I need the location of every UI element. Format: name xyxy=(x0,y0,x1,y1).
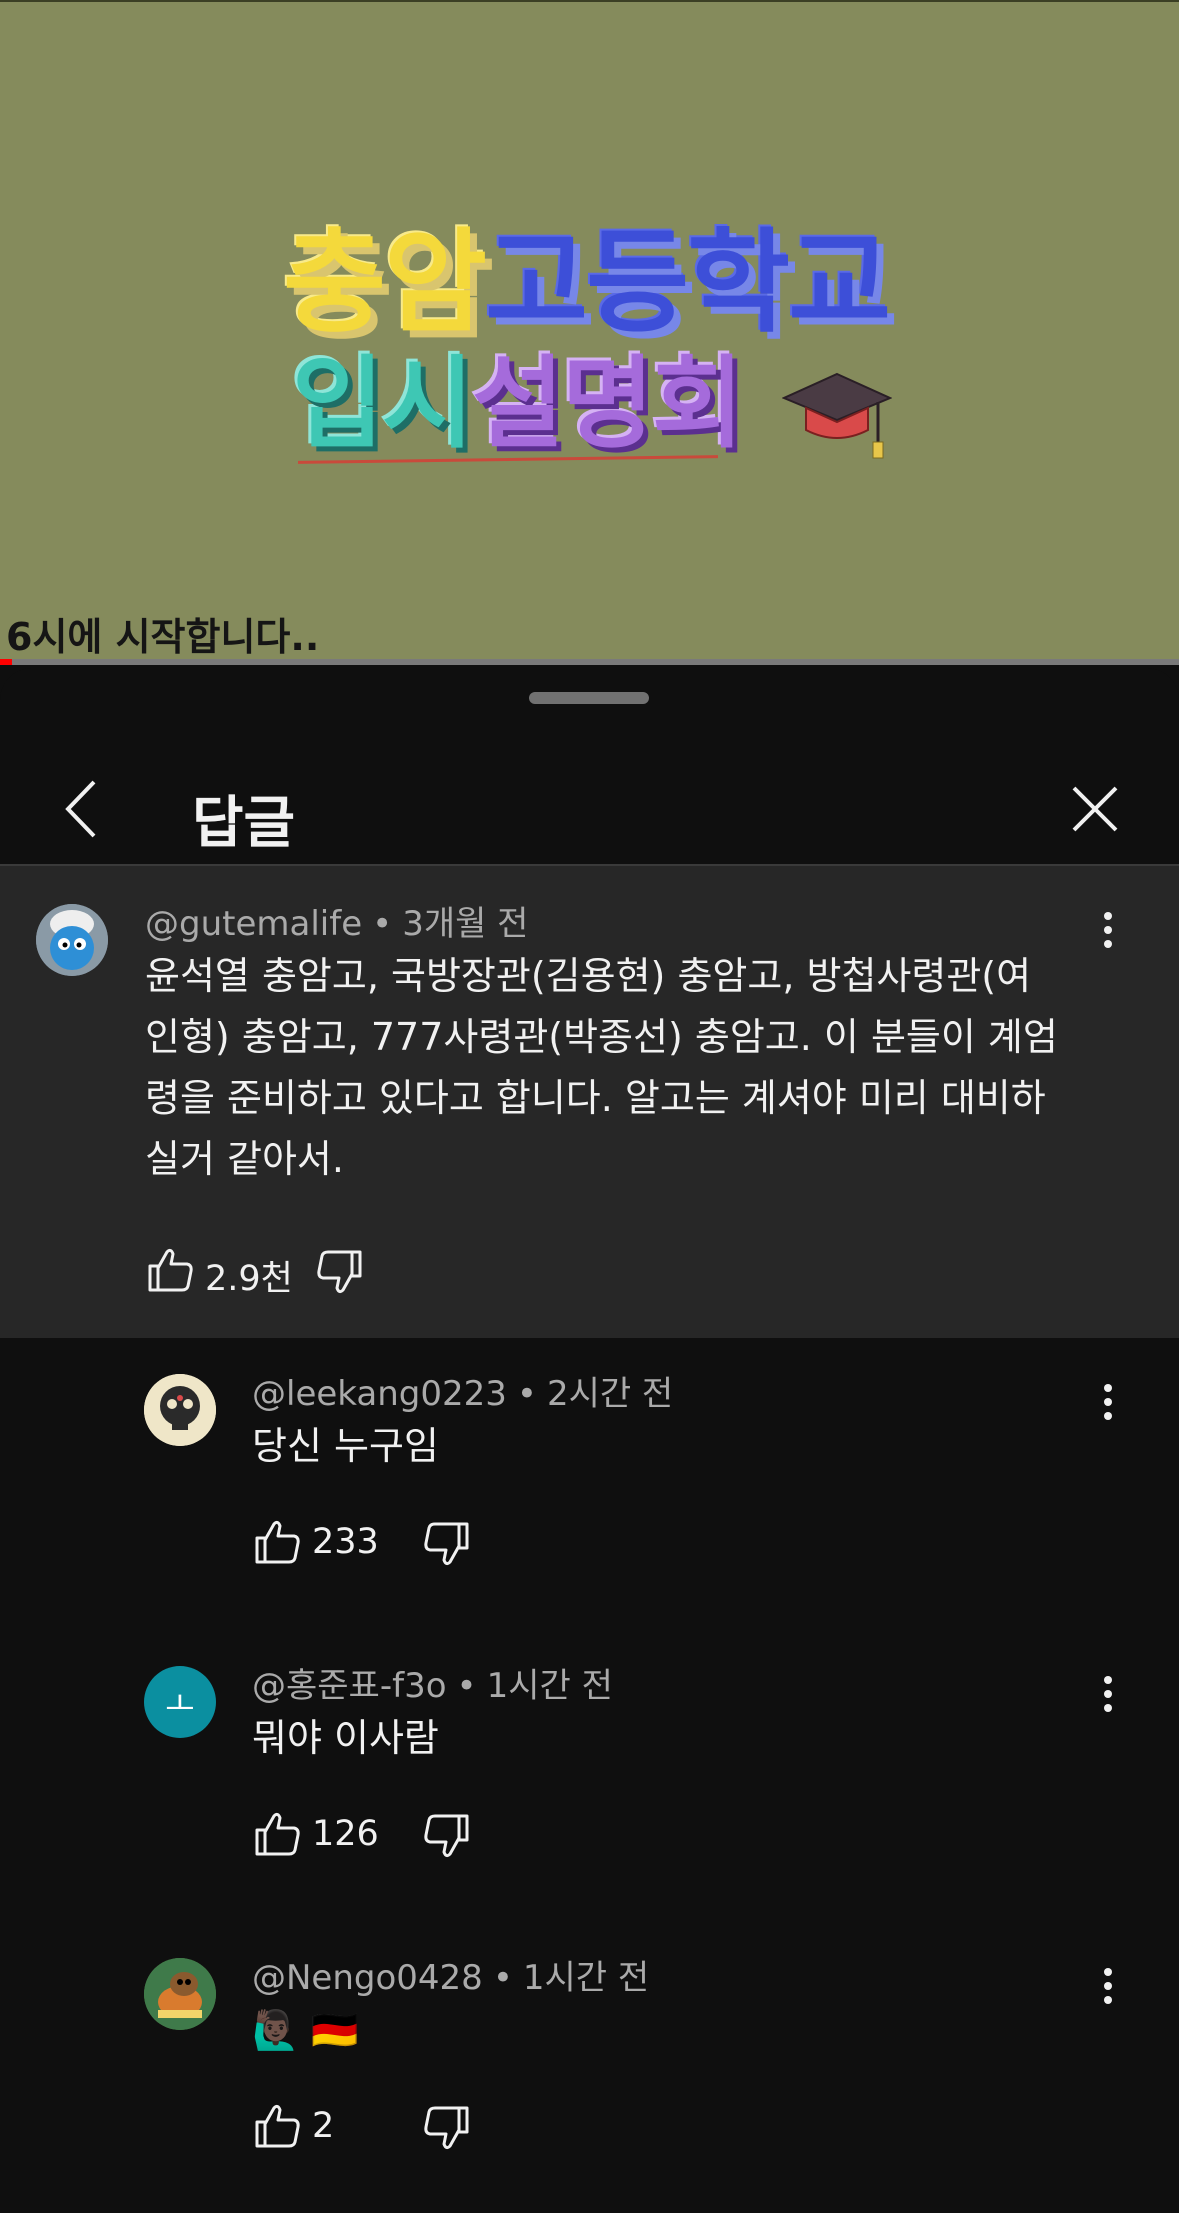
parent-comment: @gutemalife • 3개월 전 윤석열 충암고, 국방장관(김용현) 충암고… xyxy=(0,866,1179,1338)
avatar-letter: ㅗ xyxy=(165,1685,195,1723)
meta-separator: • xyxy=(372,904,393,944)
comment-line: 인형) 충암고, 777사령관(박종선) 충암고. 이 분들이 계엄 xyxy=(145,1015,1058,1059)
reply-actions: 2 xyxy=(252,2100,552,2160)
close-icon[interactable] xyxy=(1060,774,1130,844)
like-count: 233 xyxy=(312,1522,379,1562)
more-options-icon[interactable] xyxy=(1088,1378,1128,1438)
cockroach-avatar-icon xyxy=(144,1958,216,2030)
comment-body: 윤석열 충암고, 국방장관(김용현) 충암고, 방첩사령관(여 인형) 충암고,… xyxy=(145,946,1105,1190)
comment-line: 실거 같아서. xyxy=(145,1137,344,1181)
reply-item: @Nengo0428 • 1시간 전 🙋🏿‍♂️ 🇩🇪 2 xyxy=(0,1958,1179,2208)
video-player[interactable]: 충암고등학교 입시설명회 6시에 시작합니다.. xyxy=(0,0,1179,665)
video-title-line-2: 입시설명회 xyxy=(292,354,744,454)
meta-separator: • xyxy=(516,1374,537,1414)
meta-separator: • xyxy=(456,1666,477,1706)
avatar[interactable]: ㅗ xyxy=(144,1666,216,1738)
progress-fill xyxy=(0,659,12,665)
title-part-1: 충암 xyxy=(283,218,487,348)
like-count: 126 xyxy=(312,1814,379,1854)
reply-meta: @leekang0223 • 2시간 전 xyxy=(252,1366,673,1415)
dislike-icon[interactable] xyxy=(422,1520,472,1570)
comment-line: 윤석열 충암고, 국방장관(김용현) 충암고, 방첩사령관(여 xyxy=(145,954,1032,998)
reply-item: @leekang0223 • 2시간 전 당신 누구임 233 xyxy=(0,1374,1179,1664)
reply-meta: @Nengo0428 • 1시간 전 xyxy=(252,1950,649,1999)
reply-actions: 126 xyxy=(252,1808,552,1868)
like-icon[interactable] xyxy=(252,1808,302,1858)
panel-title: 답글 xyxy=(192,791,296,856)
like-count: 2 xyxy=(312,2106,335,2146)
reply-text: 뭐야 이사람 xyxy=(252,1716,439,1760)
like-icon[interactable] xyxy=(145,1244,195,1294)
comment-time: 3개월 전 xyxy=(402,904,529,944)
more-options-icon[interactable] xyxy=(1088,1962,1128,2022)
avatar[interactable] xyxy=(144,1374,216,1446)
title-part-3: 입시 xyxy=(292,345,474,462)
video-caption: 6시에 시작합니다.. xyxy=(6,615,320,659)
title-part-4: 설명회 xyxy=(472,345,744,462)
replies-panel: 답글 @gutemalife • 3개월 전 윤석열 충암고, 국방장관(김용현) … xyxy=(0,668,1179,2213)
reply-meta: @홍준표-f3o • 1시간 전 xyxy=(252,1658,613,1707)
dislike-icon[interactable] xyxy=(315,1248,365,1298)
comment-meta: @gutemalife • 3개월 전 xyxy=(145,896,528,945)
reply-author[interactable]: @Nengo0428 xyxy=(252,1958,483,1998)
video-title-line-1: 충암고등학교 xyxy=(283,227,891,339)
comment-actions: 2.9천 xyxy=(145,1244,445,1304)
like-icon[interactable] xyxy=(252,1516,302,1566)
like-count: 2.9천 xyxy=(205,1259,293,1299)
comment-author[interactable]: @gutemalife xyxy=(145,904,362,944)
avatar[interactable] xyxy=(144,1958,216,2030)
more-options-icon[interactable] xyxy=(1088,1670,1128,1730)
title-part-2: 고등학교 xyxy=(485,218,891,348)
reply-actions: 233 xyxy=(252,1516,552,1576)
reply-text: 당신 누구임 xyxy=(252,1424,439,1468)
reply-time: 1시간 전 xyxy=(486,1666,613,1706)
reply-text: 🙋🏿‍♂️ 🇩🇪 xyxy=(252,2008,359,2052)
drag-handle[interactable] xyxy=(529,692,649,704)
like-icon[interactable] xyxy=(252,2100,302,2150)
graduation-cap-icon xyxy=(782,372,892,459)
reply-time: 1시간 전 xyxy=(522,1958,650,1998)
skull-avatar-icon xyxy=(144,1374,216,1446)
comment-line: 령을 준비하고 있다고 합니다. 알고는 계셔야 미리 대비하 xyxy=(145,1076,1046,1120)
avatar[interactable] xyxy=(36,904,108,976)
smurf-avatar-icon xyxy=(36,904,108,976)
reply-time: 2시간 전 xyxy=(546,1374,674,1414)
meta-separator: • xyxy=(492,1958,513,1998)
dislike-icon[interactable] xyxy=(422,2104,472,2154)
back-arrow-icon[interactable] xyxy=(48,774,118,844)
dislike-icon[interactable] xyxy=(422,1812,472,1862)
reply-author[interactable]: @홍준표-f3o xyxy=(252,1666,447,1706)
video-progress-bar[interactable] xyxy=(0,659,1179,665)
reply-item: ㅗ @홍준표-f3o • 1시간 전 뭐야 이사람 126 xyxy=(0,1666,1179,1956)
reply-author[interactable]: @leekang0223 xyxy=(252,1374,507,1414)
panel-header: 답글 xyxy=(0,728,1179,864)
